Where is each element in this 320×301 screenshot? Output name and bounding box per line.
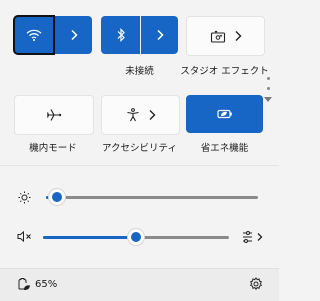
bluetooth-label: 未接続 xyxy=(125,66,154,77)
chevron-right-icon xyxy=(234,30,242,42)
battery-status[interactable]: 65% xyxy=(17,277,57,291)
energy-saver-label: 省エネ機能 xyxy=(200,143,249,154)
wifi-expand-button[interactable] xyxy=(55,16,92,54)
chevron-right-icon xyxy=(70,29,78,41)
page-dot xyxy=(267,87,270,90)
volume-slider[interactable] xyxy=(43,230,229,244)
studio-effects-tile[interactable] xyxy=(186,16,265,56)
airplane-mode-tile[interactable] xyxy=(14,95,94,135)
bluetooth-icon xyxy=(116,28,126,42)
energy-saver-icon xyxy=(216,108,233,120)
bluetooth-expand-button[interactable] xyxy=(141,16,178,54)
airplane-icon xyxy=(46,108,62,122)
battery-percent: 65% xyxy=(35,278,58,290)
bluetooth-toggle-button[interactable] xyxy=(101,16,140,54)
page-down-arrow[interactable] xyxy=(264,97,272,102)
bluetooth-tile xyxy=(101,16,178,54)
accessibility-icon xyxy=(126,108,140,122)
brightness-track xyxy=(46,196,258,199)
audio-output-button[interactable] xyxy=(240,228,266,246)
speaker-muted-icon xyxy=(17,230,33,243)
energy-saver-tile[interactable] xyxy=(186,95,263,133)
volume-thumb[interactable] xyxy=(131,232,141,242)
volume-track-fill xyxy=(43,236,136,239)
battery-saver-icon xyxy=(17,277,31,291)
accessibility-label: アクセシビリティ xyxy=(102,143,177,154)
footer: 65% xyxy=(0,268,279,301)
studio-effects-icon xyxy=(210,30,226,43)
brightness-slider[interactable] xyxy=(46,190,258,204)
brightness-icon xyxy=(18,191,31,204)
chevron-right-icon xyxy=(156,29,164,41)
wifi-tile xyxy=(13,15,92,55)
wifi-toggle-button[interactable] xyxy=(13,15,55,55)
page-dot xyxy=(267,77,270,80)
airplane-mode-label: 機内モード xyxy=(29,143,77,154)
wifi-icon xyxy=(26,29,42,41)
gear-icon xyxy=(249,277,263,291)
divider xyxy=(0,165,279,166)
accessibility-tile[interactable] xyxy=(101,95,180,135)
audio-output-icon xyxy=(242,230,264,244)
studio-effects-label: スタジオ エフェクト xyxy=(180,66,269,77)
brightness-thumb[interactable] xyxy=(52,192,62,202)
chevron-right-icon xyxy=(148,109,156,121)
settings-button[interactable] xyxy=(246,274,266,294)
